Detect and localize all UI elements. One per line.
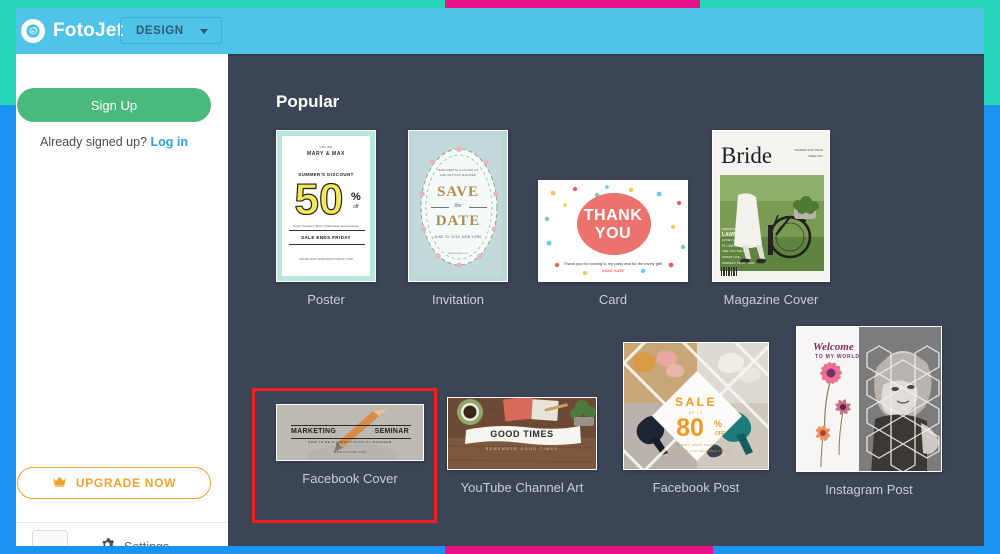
fbcover-line-url: WWW.FOTOJET.COM xyxy=(333,451,367,454)
poster-line-top: ONLINE xyxy=(319,145,333,149)
upgrade-now-label: UPGRADE NOW xyxy=(75,476,177,490)
fbpost-percent: % xyxy=(714,419,723,429)
template-caption-magazine-cover: Magazine Cover xyxy=(723,292,819,307)
invitation-word-date: DATE xyxy=(435,213,481,229)
poster-big-number: 50 xyxy=(294,175,344,224)
facebook-post-thumbnail: SALE UP TO 80 % OFF HURRY! ENDS SOON NEW… xyxy=(623,342,769,470)
template-card-poster[interactable]: ONLINE MARY & MAX SUMMER'S DISCOUNT 50 %… xyxy=(276,130,376,307)
sidebar-item-settings[interactable]: Settings xyxy=(16,532,228,546)
magazine-side-item: PERFECT STORY GIRL xyxy=(722,260,755,265)
template-card-instagram-post[interactable]: Welcome TO MY WORLD Instagram Post xyxy=(796,326,942,497)
sidebar-item-settings-label: Settings xyxy=(124,540,169,546)
fbpost-word-sale: SALE xyxy=(674,395,717,409)
invitation-line-top2: ARE GETTING MARRIED xyxy=(439,173,477,177)
template-caption-poster: Poster xyxy=(307,292,345,307)
gear-icon xyxy=(100,537,115,546)
invitation-thumbnail: MARGUERITE & NICHOLAS ARE GETTING MARRIE… xyxy=(408,130,508,282)
poster-categories: Coat Trousers Skirt Underwear Accessorie… xyxy=(292,224,360,228)
frame-strip-left-blue xyxy=(0,105,16,554)
sidebar-divider xyxy=(16,522,228,523)
card-line-sign: XOXO, KATE xyxy=(602,269,624,273)
instagram-post-thumbnail: Welcome TO MY WORLD xyxy=(796,326,942,472)
template-card-magazine-cover[interactable]: Bride SUMMER 2016 ISSUE FREE GIFT WEDDIN… xyxy=(712,130,830,307)
template-card-facebook-post[interactable]: SALE UP TO 80 % OFF HURRY! ENDS SOON NEW… xyxy=(623,342,769,495)
frame-strip-right-blue xyxy=(984,105,1000,554)
instagram-word-welcome: Welcome xyxy=(813,341,854,353)
template-card-card[interactable]: THANK YOU Thank you for coming to my par… xyxy=(538,180,688,307)
invitation-line-date: JUNE 20, 2016, NEW YORK xyxy=(434,235,482,239)
fbpost-line-sub: HURRY! ENDS SOON xyxy=(676,443,716,447)
poster-line-bottom: SALE ENDS FRIDAY xyxy=(301,235,351,240)
sidebar: Sign Up Already signed up? Log in UPGRAD… xyxy=(16,54,228,546)
facebook-cover-thumbnail: MARKETING SEMINAR HOW TO BE A GREAT FINA… xyxy=(276,404,424,461)
poster-off: off xyxy=(353,204,359,210)
template-caption-facebook-post: Facebook Post xyxy=(652,480,740,495)
frame-strip-left-teal xyxy=(0,0,16,105)
card-line-msg: Thank you for coming to my party and for… xyxy=(563,261,663,266)
invitation-word-the: the xyxy=(454,203,462,209)
page-title: Popular xyxy=(276,92,340,111)
chevron-down-icon xyxy=(200,29,208,34)
template-caption-instagram-post: Instagram Post xyxy=(825,482,913,497)
frame-strip-right-teal xyxy=(984,0,1000,105)
instagram-word-to-my-world: TO MY WORLD xyxy=(815,354,860,360)
magazine-corner-line2: FREE GIFT xyxy=(808,154,823,158)
template-caption-invitation: Invitation xyxy=(431,292,485,307)
fbpost-line-foot: NEW ARRIVALS AND SEASONAL ITEMS xyxy=(661,449,731,453)
template-caption-facebook-cover: Facebook Cover xyxy=(302,471,398,486)
poster-line-url: ONLINE SHOP WWW.SHOPYOURCITY.COM xyxy=(299,258,353,261)
fbcover-word-seminar: SEMINAR xyxy=(374,428,409,435)
app-window: FotoJet DESIGN Sign Up Already signed up… xyxy=(16,8,984,546)
fbpost-big-number: 80 xyxy=(676,414,704,442)
fbcover-word-marketing: MARKETING xyxy=(291,428,337,435)
poster-thumbnail: ONLINE MARY & MAX SUMMER'S DISCOUNT 50 %… xyxy=(276,130,376,282)
card-word-you: YOU xyxy=(594,225,632,242)
already-signed-up-label: Already signed up? xyxy=(39,135,148,149)
fbcover-line-sub: HOW TO BE A GREAT FINANCIAL MANAGER xyxy=(308,440,392,444)
template-card-invitation[interactable]: MARGUERITE & NICHOLAS ARE GETTING MARRIE… xyxy=(408,130,508,307)
invitation-dots: · · · · · · · · · xyxy=(451,242,465,245)
already-signed-up-row: Already signed up? Log in xyxy=(16,135,212,149)
crown-icon xyxy=(52,476,67,490)
youtube-channel-art-thumbnail: GOOD TIMES REMEMBER GOOD TIMES xyxy=(447,397,597,470)
upgrade-now-button[interactable]: UPGRADE NOW xyxy=(17,467,211,499)
card-thumbnail: THANK YOU Thank you for coming to my par… xyxy=(538,180,688,282)
design-dropdown-label: DESIGN xyxy=(136,24,184,37)
poster-line-names: MARY & MAX xyxy=(307,151,345,157)
template-caption-youtube-channel-art: YouTube Channel Art xyxy=(460,480,584,495)
brand-name: FotoJet xyxy=(53,20,124,41)
poster-percent: % xyxy=(351,191,361,203)
magazine-side-items: WEDDING LAWN HONEYMOON FLOWERS & DRESS A… xyxy=(722,227,757,266)
invitation-line-top: MARGUERITE & NICHOLAS xyxy=(437,168,479,172)
sign-up-button[interactable]: Sign Up xyxy=(17,88,211,122)
template-card-facebook-cover[interactable]: MARKETING SEMINAR HOW TO BE A GREAT FINA… xyxy=(252,388,437,523)
design-dropdown-button[interactable]: DESIGN xyxy=(120,17,222,44)
magazine-title: Bride xyxy=(721,143,773,168)
template-card-youtube-channel-art[interactable]: GOOD TIMES REMEMBER GOOD TIMES YouTube C… xyxy=(447,397,597,495)
magazine-cover-thumbnail: Bride SUMMER 2016 ISSUE FREE GIFT WEDDIN… xyxy=(712,130,830,282)
card-word-thank: THANK xyxy=(583,207,643,224)
youtube-line-sub: REMEMBER GOOD TIMES xyxy=(485,447,559,451)
fotojet-swirl-logo-icon xyxy=(21,19,45,43)
brand-logo[interactable]: FotoJet xyxy=(21,19,123,43)
invitation-line-url: www.fotojet.com xyxy=(447,251,469,255)
template-caption-card: Card xyxy=(598,292,628,307)
main-panel: Popular ONLINE MARY & MAX SUMMER'S DISCO… xyxy=(228,54,984,546)
top-bar: FotoJet DESIGN xyxy=(16,8,984,54)
page-root: FotoJet DESIGN Sign Up Already signed up… xyxy=(0,0,1000,554)
magazine-corner-line1: SUMMER 2016 ISSUE xyxy=(794,148,823,152)
invitation-word-save: SAVE xyxy=(436,184,480,200)
log-in-link[interactable]: Log in xyxy=(151,135,189,149)
fbpost-off: OFF xyxy=(715,431,725,437)
youtube-word-good-times: GOOD TIMES xyxy=(490,429,554,439)
